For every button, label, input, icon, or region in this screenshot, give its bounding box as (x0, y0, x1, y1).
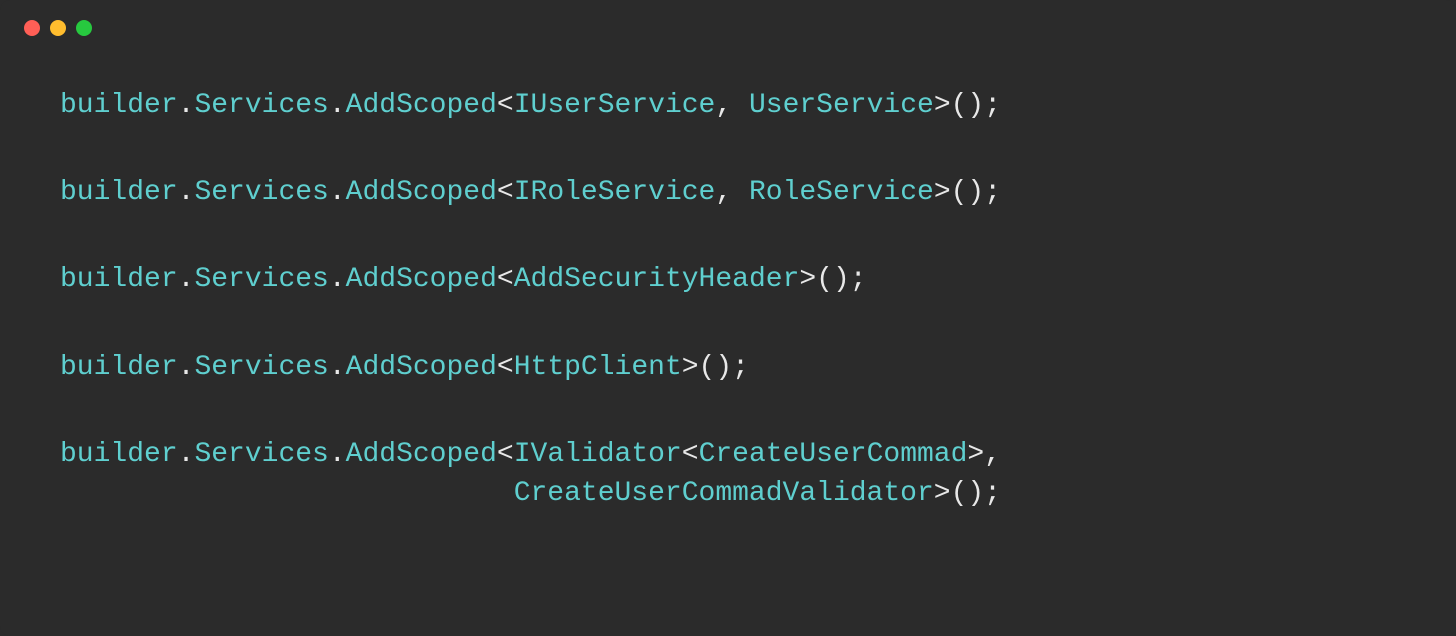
code-token: , (715, 90, 749, 121)
code-token: >(); (934, 177, 1001, 208)
minimize-button[interactable] (50, 20, 66, 36)
code-token: < (497, 90, 514, 121)
code-token: < (497, 352, 514, 383)
code-token: AddScoped (346, 177, 497, 208)
code-token: HttpClient (514, 352, 682, 383)
code-token: . (178, 90, 195, 121)
code-token: >(); (934, 478, 1001, 509)
code-token: IValidator (514, 439, 682, 470)
code-line: builder.Services.AddScoped<IValidator<Cr… (60, 435, 1396, 513)
code-token: AddScoped (346, 439, 497, 470)
code-token: RoleService (749, 177, 934, 208)
code-token: Services (194, 177, 328, 208)
code-token: . (329, 352, 346, 383)
code-token: AddScoped (346, 90, 497, 121)
code-token: Services (194, 90, 328, 121)
code-token: < (682, 439, 699, 470)
code-token: < (497, 439, 514, 470)
code-token: builder (60, 90, 178, 121)
window-titlebar (0, 0, 1456, 46)
close-button[interactable] (24, 20, 40, 36)
code-token: . (178, 264, 195, 295)
code-token: CreateUserCommad (699, 439, 968, 470)
code-token: . (329, 177, 346, 208)
code-token: Services (194, 439, 328, 470)
code-token (60, 478, 514, 509)
code-token: < (497, 177, 514, 208)
code-token: UserService (749, 90, 934, 121)
code-window: builder.Services.AddScoped<IUserService,… (0, 0, 1456, 636)
code-token: . (329, 439, 346, 470)
code-token: builder (60, 352, 178, 383)
code-token: AddSecurityHeader (514, 264, 800, 295)
code-token: >, (967, 439, 1001, 470)
code-token: >(); (934, 90, 1001, 121)
code-token: . (329, 264, 346, 295)
code-editor[interactable]: builder.Services.AddScoped<IUserService,… (0, 46, 1456, 553)
code-token: . (329, 90, 346, 121)
code-token: >(); (799, 264, 866, 295)
code-token: AddScoped (346, 352, 497, 383)
code-token: builder (60, 177, 178, 208)
code-token: . (178, 352, 195, 383)
maximize-button[interactable] (76, 20, 92, 36)
code-token: AddScoped (346, 264, 497, 295)
code-line: builder.Services.AddScoped<HttpClient>()… (60, 348, 1396, 387)
code-token: Services (194, 352, 328, 383)
code-token: , (715, 177, 749, 208)
code-line: builder.Services.AddScoped<IUserService,… (60, 86, 1396, 125)
code-token: Services (194, 264, 328, 295)
code-token: < (497, 264, 514, 295)
code-token: . (178, 177, 195, 208)
code-token: CreateUserCommadValidator (514, 478, 934, 509)
code-token: builder (60, 264, 178, 295)
code-line: builder.Services.AddScoped<IRoleService,… (60, 173, 1396, 212)
code-token: IRoleService (514, 177, 716, 208)
code-token: builder (60, 439, 178, 470)
code-token: . (178, 439, 195, 470)
code-token: IUserService (514, 90, 716, 121)
code-line: builder.Services.AddScoped<AddSecurityHe… (60, 260, 1396, 299)
code-token: >(); (682, 352, 749, 383)
